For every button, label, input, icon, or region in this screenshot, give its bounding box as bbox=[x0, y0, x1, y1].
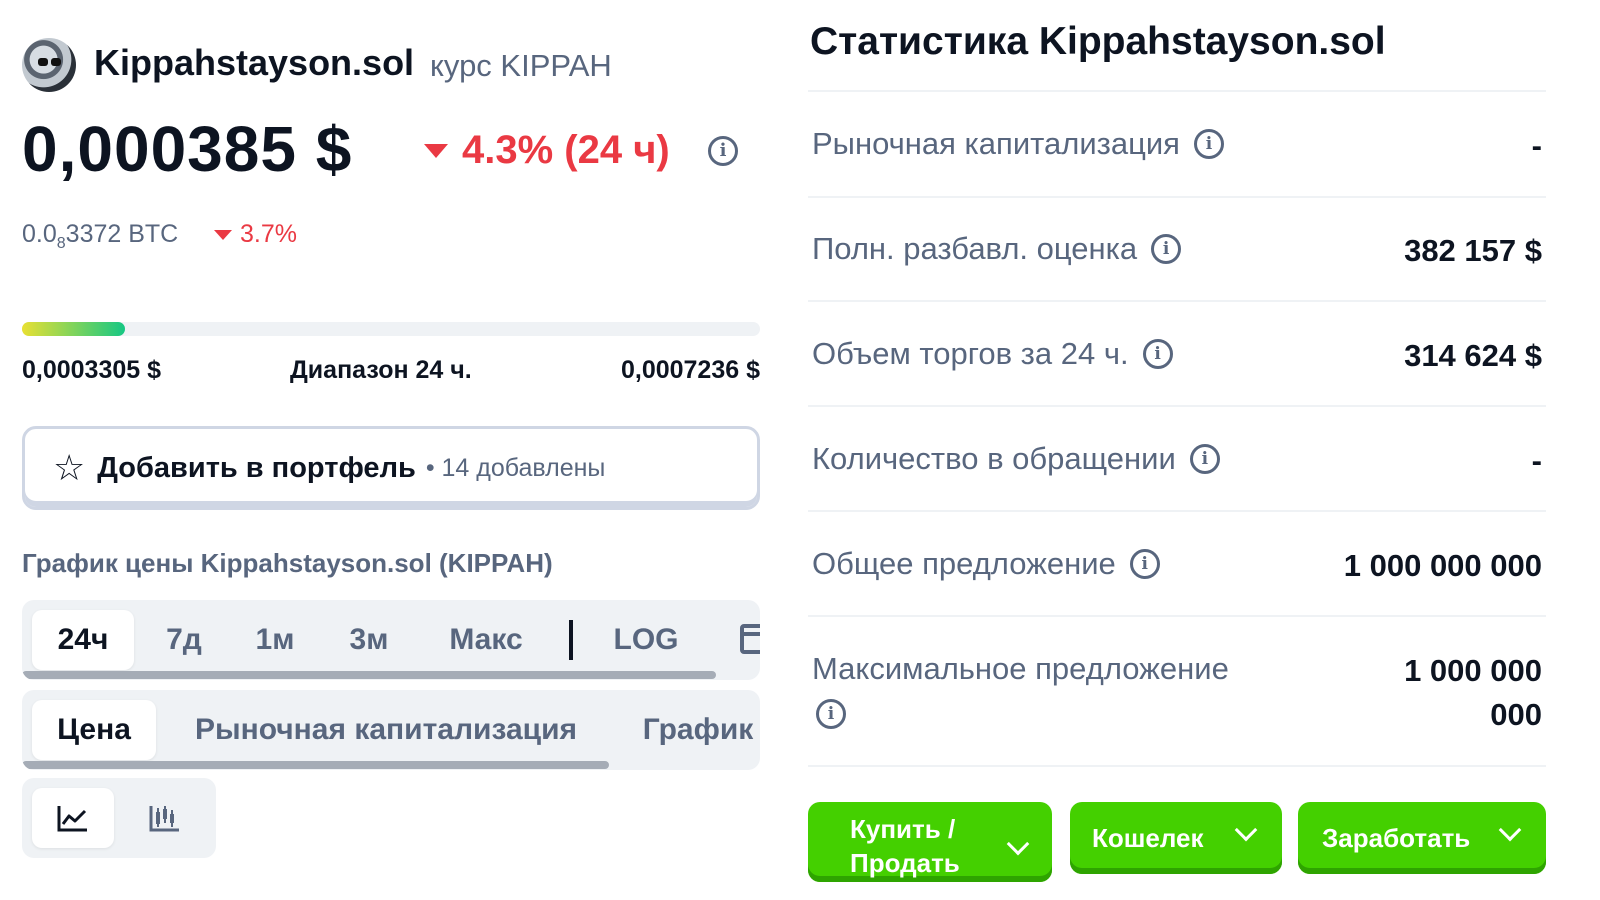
line-chart-button[interactable] bbox=[32, 788, 114, 848]
star-icon: ☆ bbox=[53, 447, 86, 488]
info-icon[interactable]: i bbox=[816, 699, 846, 729]
stat-label: Полн. разбавл. оценка i bbox=[812, 231, 1182, 267]
tab-max[interactable]: Макс bbox=[438, 610, 534, 670]
chart-range-tabs: 24ч 7д 1м 3м Макс LOG bbox=[22, 600, 760, 680]
chevron-down-icon bbox=[1498, 818, 1522, 842]
stat-row-max-supply: Максимальное предложение i 1 000 000 000 bbox=[808, 615, 1546, 765]
stat-row-circulating-supply: Количество в обращении i - bbox=[808, 405, 1546, 510]
portfolio-label: Добавить в портфель bbox=[97, 451, 416, 484]
tab-divider bbox=[569, 620, 573, 660]
tab-chart[interactable]: График bbox=[638, 700, 758, 760]
range-label: Диапазон 24 ч. bbox=[290, 356, 472, 384]
coin-name: Kippahstayson.sol bbox=[94, 42, 415, 83]
down-triangle-icon bbox=[214, 229, 232, 240]
coin-subtitle: курс KIPPAH bbox=[430, 48, 612, 83]
btc-zero-count: 8 bbox=[56, 235, 66, 252]
chevron-down-icon bbox=[1234, 818, 1258, 842]
coin-overview: Kippahstayson.sol курс KIPPAH 0,000385 $… bbox=[22, 0, 762, 900]
buy-sell-label-line1: Купить / bbox=[850, 814, 956, 844]
stat-row-volume-24h: Объем торгов за 24 ч. i 314 624 $ bbox=[808, 300, 1546, 405]
coin-avatar bbox=[22, 38, 76, 92]
info-icon[interactable]: i bbox=[1142, 339, 1173, 369]
stat-label: Общее предложение i bbox=[812, 546, 1160, 582]
chart-type-tabs: Цена Рыночная капитализация График bbox=[22, 690, 760, 770]
btc-price-prefix: 0.0 bbox=[22, 220, 57, 248]
stat-label-text: Рыночная капитализация bbox=[812, 126, 1180, 161]
candlestick-chart-button[interactable] bbox=[124, 788, 206, 848]
btc-change: 3.7% bbox=[214, 220, 297, 249]
tab-market-cap[interactable]: Рыночная капитализация bbox=[186, 700, 586, 760]
tab-1m[interactable]: 1м bbox=[244, 610, 306, 670]
stats-panel: Статистика Kippahstayson.sol Рыночная ка… bbox=[808, 0, 1548, 900]
type-tabs-scrollbar[interactable] bbox=[22, 761, 609, 769]
stat-label-text: Количество в обращении bbox=[812, 441, 1176, 476]
earn-label: Заработать bbox=[1322, 822, 1471, 853]
stat-label-text: Максимальное предложение bbox=[812, 651, 1229, 686]
stat-value: 1 000 000 000 bbox=[1343, 548, 1542, 583]
stat-label: Объем торгов за 24 ч. i bbox=[812, 336, 1173, 372]
stat-value: - bbox=[1531, 443, 1542, 478]
stat-label: Максимальное предложение bbox=[812, 651, 1229, 687]
buy-sell-label-line2: Продать bbox=[850, 848, 960, 878]
price-change-24h: 4.3% (24 ч) bbox=[424, 128, 670, 173]
stat-label-text: Объем торгов за 24 ч. bbox=[812, 336, 1129, 371]
stat-value-line2: 000 bbox=[1490, 697, 1542, 732]
stat-row-total-supply: Общее предложение i 1 000 000 000 bbox=[808, 510, 1546, 615]
stat-value: - bbox=[1531, 128, 1542, 163]
stat-label: Рыночная капитализация i bbox=[812, 126, 1224, 162]
stat-value: 382 157 $ bbox=[1404, 233, 1542, 268]
earn-button[interactable]: Заработать bbox=[1298, 802, 1546, 874]
btc-change-value: 3.7% bbox=[240, 220, 297, 248]
btc-price-rest: 3372 BTC bbox=[65, 220, 179, 248]
stat-value: 314 624 $ bbox=[1404, 338, 1542, 373]
chevron-down-icon bbox=[1006, 832, 1030, 856]
info-icon[interactable]: i bbox=[1151, 234, 1182, 264]
add-to-portfolio-button[interactable]: ☆ Добавить в портфель • 14 добавлены bbox=[22, 426, 760, 510]
range-high: 0,0007236 $ bbox=[620, 356, 760, 384]
info-icon[interactable]: i bbox=[1129, 549, 1160, 579]
tab-24h[interactable]: 24ч bbox=[32, 610, 134, 670]
info-icon[interactable]: i bbox=[708, 136, 738, 166]
buy-sell-button[interactable]: Купить / Продать bbox=[808, 802, 1052, 882]
candlestick-icon bbox=[149, 806, 179, 832]
line-chart-icon bbox=[57, 806, 87, 832]
stat-row-fdv: Полн. разбавл. оценка i 382 157 $ bbox=[808, 196, 1546, 300]
tab-3m[interactable]: 3м bbox=[338, 610, 400, 670]
stats-title: Статистика Kippahstayson.sol bbox=[810, 20, 1386, 63]
tab-price[interactable]: Цена bbox=[32, 700, 156, 760]
range-bar-track bbox=[22, 322, 760, 336]
btc-price: 0.083372 BTC bbox=[22, 220, 178, 253]
chart-title: График цены Kippahstayson.sol (KIPPAH) bbox=[22, 548, 553, 578]
tab-log[interactable]: LOG bbox=[610, 610, 682, 670]
wallet-button[interactable]: Кошелек bbox=[1070, 802, 1282, 874]
divider bbox=[808, 765, 1546, 767]
stat-value-line1: 1 000 000 bbox=[1404, 653, 1542, 688]
calendar-icon[interactable] bbox=[740, 624, 760, 654]
info-icon[interactable]: i bbox=[1189, 444, 1220, 474]
stat-row-market-cap: Рыночная капитализация i - bbox=[808, 90, 1546, 196]
range-low: 0,0003305 $ bbox=[22, 356, 162, 384]
info-icon[interactable]: i bbox=[1193, 129, 1224, 159]
range-tabs-scrollbar[interactable] bbox=[22, 671, 716, 679]
stat-label-text: Полн. разбавл. оценка bbox=[812, 231, 1138, 266]
wallet-label: Кошелек bbox=[1092, 822, 1204, 853]
stat-label: Количество в обращении i bbox=[812, 441, 1220, 477]
portfolio-count: • 14 добавлены bbox=[425, 453, 606, 482]
coin-price: 0,000385 $ bbox=[22, 113, 353, 185]
stat-label-text: Общее предложение bbox=[812, 546, 1116, 581]
chart-view-toggle bbox=[22, 778, 216, 858]
price-change-value: 4.3% (24 ч) bbox=[462, 128, 670, 172]
range-bar-fill bbox=[22, 322, 126, 336]
down-triangle-icon bbox=[424, 143, 448, 158]
tab-7d[interactable]: 7д bbox=[156, 610, 212, 670]
